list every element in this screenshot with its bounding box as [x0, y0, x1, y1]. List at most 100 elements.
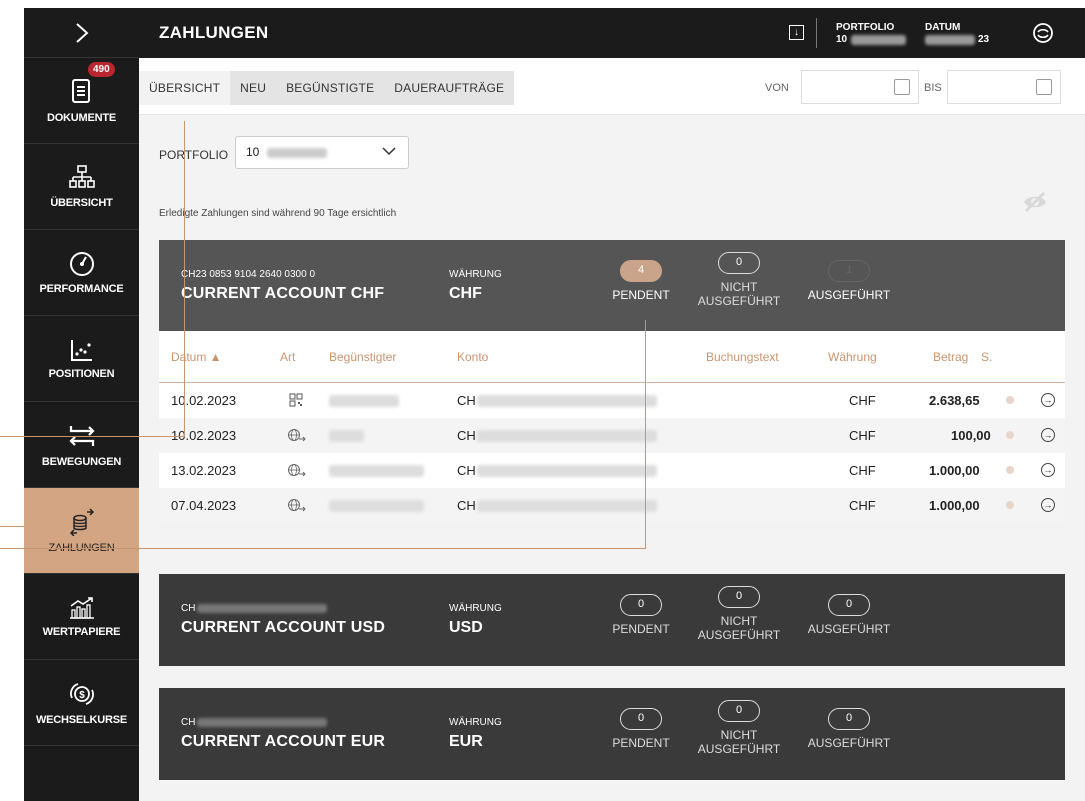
status-ausgefuehrt[interactable]: 0 AUSGEFÜHRT	[804, 708, 894, 750]
to-date-input[interactable]	[947, 70, 1061, 104]
redacted-iban	[197, 604, 327, 613]
scatter-chart-icon	[70, 339, 92, 361]
sidebar-item-wechselkurse[interactable]: $ WECHSELKURSE	[24, 660, 139, 746]
ausgefuehrt-count: 0	[828, 594, 870, 616]
annotation-line	[0, 526, 24, 527]
nicht-label: NICHT AUSGEFÜHRT	[697, 280, 781, 308]
redacted-beneficiary	[329, 465, 424, 477]
logout-icon[interactable]	[1032, 22, 1054, 44]
globe-transfer-icon	[288, 429, 306, 442]
col-buchungstext[interactable]: Buchungstext	[706, 350, 779, 364]
svg-text:$: $	[79, 690, 85, 701]
sidebar-toggle[interactable]	[24, 8, 139, 58]
col-status[interactable]: S.	[981, 350, 992, 364]
col-art[interactable]: Art	[280, 350, 295, 364]
status-pendent[interactable]: 0 PENDENT	[596, 708, 686, 750]
row-currency: CHF	[849, 498, 876, 513]
portfolio-select-value: 10	[246, 145, 260, 159]
portfolio-select-label: PORTFOLIO	[159, 148, 229, 162]
sidebar-item-label: PERFORMANCE	[39, 282, 124, 295]
tab-uebersicht[interactable]: ÜBERSICHT	[139, 71, 231, 105]
sidebar-item-positionen[interactable]: POSITIONEN	[24, 316, 139, 402]
arrow-right-circle-icon[interactable]: →	[1041, 428, 1055, 442]
status-pendent[interactable]: 4 PENDENT	[596, 260, 686, 302]
annotation-line	[0, 548, 646, 549]
status-ausgefuehrt[interactable]: 0 AUSGEFÜHRT	[804, 594, 894, 636]
calendar-icon[interactable]	[894, 79, 910, 95]
table-row[interactable]: 10.02.2023 CH CHF 100,00 →	[159, 418, 1065, 453]
qr-code-icon	[289, 393, 303, 407]
redacted-beneficiary	[329, 395, 399, 407]
arrow-right-circle-icon[interactable]: →	[1041, 498, 1055, 512]
eye-off-icon[interactable]	[1022, 191, 1048, 213]
coins-transfer-icon	[69, 507, 94, 536]
annotation-line	[0, 436, 185, 437]
row-amount: 1.000,00	[929, 463, 980, 478]
col-datum[interactable]: Datum ▲	[171, 350, 222, 364]
status-pendent[interactable]: 0 PENDENT	[596, 594, 686, 636]
status-nicht-ausgefuehrt[interactable]: 0 NICHT AUSGEFÜHRT	[694, 700, 784, 756]
account-name: CURRENT ACCOUNT CHF	[181, 285, 385, 302]
account-card-usd[interactable]: CH CURRENT ACCOUNT USD WÄHRUNG USD 0 PEN…	[159, 574, 1065, 666]
tab-neu[interactable]: NEU	[230, 71, 276, 105]
redacted-account	[477, 500, 657, 512]
redacted-value	[266, 147, 327, 158]
arrow-right-circle-icon[interactable]: →	[1041, 463, 1055, 477]
sidebar-item-zahlungen[interactable]: ZAHLUNGEN	[24, 488, 139, 574]
tab-dauerauftraege[interactable]: DAUERAUFTRÄGE	[384, 71, 514, 105]
status-ausgefuehrt[interactable]: 1 AUSGEFÜHRT	[804, 260, 894, 302]
account-card-chf[interactable]: CH23 0853 9104 2640 0300 0 CURRENT ACCOU…	[159, 240, 1065, 332]
col-betrag[interactable]: Betrag	[933, 350, 968, 364]
table-row[interactable]: 10.02.2023 CH CHF 2.638,65 →	[159, 383, 1065, 418]
sidebar-item-label: WERTPAPIERE	[42, 625, 121, 638]
redacted-value	[851, 35, 907, 45]
account-iban: CH	[181, 603, 196, 614]
row-currency: CHF	[849, 463, 876, 478]
redacted-account	[477, 465, 657, 477]
pendent-label: PENDENT	[612, 736, 670, 750]
col-waehrung[interactable]: Währung	[828, 350, 877, 364]
ausgefuehrt-label: AUSGEFÜHRT	[807, 288, 891, 302]
currency-value: CHF	[449, 285, 482, 302]
arrow-right-circle-icon[interactable]: →	[1041, 393, 1055, 407]
status-nicht-ausgefuehrt[interactable]: 0 NICHT AUSGEFÜHRT	[694, 252, 784, 308]
ausgefuehrt-count: 1	[828, 260, 870, 282]
sidebar-item-performance[interactable]: PERFORMANCE	[24, 230, 139, 316]
main-content: PORTFOLIO 10 Erledigte Zahlungen sind wä…	[139, 115, 1085, 801]
sidebar-item-label: POSITIONEN	[48, 367, 115, 380]
hierarchy-icon	[68, 164, 95, 188]
sidebar-item-uebersicht[interactable]: ÜBERSICHT	[24, 144, 139, 230]
to-label: BIS	[924, 82, 942, 94]
nicht-count: 0	[718, 586, 760, 608]
tab-beguenstigte[interactable]: BEGÜNSTIGTE	[276, 71, 384, 105]
sidebar-item-label: DOKUMENTE	[46, 111, 117, 124]
account-card-eur[interactable]: CH CURRENT ACCOUNT EUR WÄHRUNG EUR 0 PEN…	[159, 688, 1065, 780]
pendent-label: PENDENT	[612, 288, 670, 302]
ausgefuehrt-label: AUSGEFÜHRT	[807, 622, 891, 636]
sidebar-item-label: WECHSELKURSE	[35, 713, 128, 726]
col-beguenstigter[interactable]: Begünstigter	[329, 350, 396, 364]
page-title: ZAHLUNGEN	[159, 23, 269, 42]
from-date-input[interactable]	[801, 70, 919, 104]
table-row[interactable]: 13.02.2023 CH CHF 1.000,00 →	[159, 453, 1065, 488]
chevron-right-icon	[75, 22, 88, 43]
sidebar-item-wertpapiere[interactable]: WERTPAPIERE	[24, 574, 139, 660]
info-text: Erledigte Zahlungen sind während 90 Tage…	[159, 208, 397, 219]
download-button[interactable]: ↓	[789, 25, 804, 40]
sidebar-item-dokumente[interactable]: 490 DOKUMENTE	[24, 58, 139, 144]
documents-count-badge: 490	[88, 62, 115, 77]
row-date: 07.04.2023	[171, 498, 237, 513]
portfolio-select[interactable]: 10	[235, 136, 409, 169]
redacted-account	[477, 430, 657, 442]
pendent-count: 0	[620, 594, 662, 616]
pendent-count: 0	[620, 708, 662, 730]
nicht-label: NICHT AUSGEFÜHRT	[697, 728, 781, 756]
datum-value: 23	[978, 34, 990, 45]
nicht-label: NICHT AUSGEFÜHRT	[697, 614, 781, 642]
status-dot	[1006, 431, 1014, 439]
col-konto[interactable]: Konto	[457, 350, 488, 364]
sidebar-item-bewegungen[interactable]: BEWEGUNGEN	[24, 402, 139, 488]
table-row[interactable]: 07.04.2023 CH CHF 1.000,00 →	[159, 488, 1065, 523]
calendar-icon[interactable]	[1036, 79, 1052, 95]
status-nicht-ausgefuehrt[interactable]: 0 NICHT AUSGEFÜHRT	[694, 586, 784, 642]
